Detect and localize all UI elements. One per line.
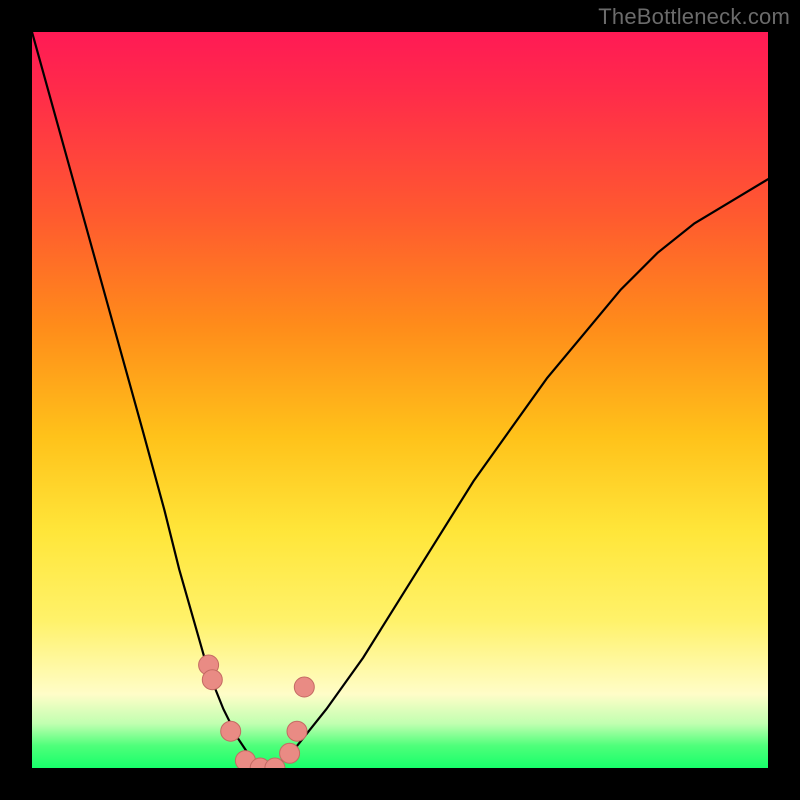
plot-area [32, 32, 768, 768]
watermark-text: TheBottleneck.com [598, 4, 790, 30]
data-point [287, 721, 307, 741]
data-point [280, 743, 300, 763]
bottleneck-curve [32, 32, 768, 768]
data-point [202, 670, 222, 690]
data-point [294, 677, 314, 697]
chart-frame: TheBottleneck.com [0, 0, 800, 800]
data-point [221, 721, 241, 741]
chart-svg [32, 32, 768, 768]
data-markers [199, 655, 315, 768]
